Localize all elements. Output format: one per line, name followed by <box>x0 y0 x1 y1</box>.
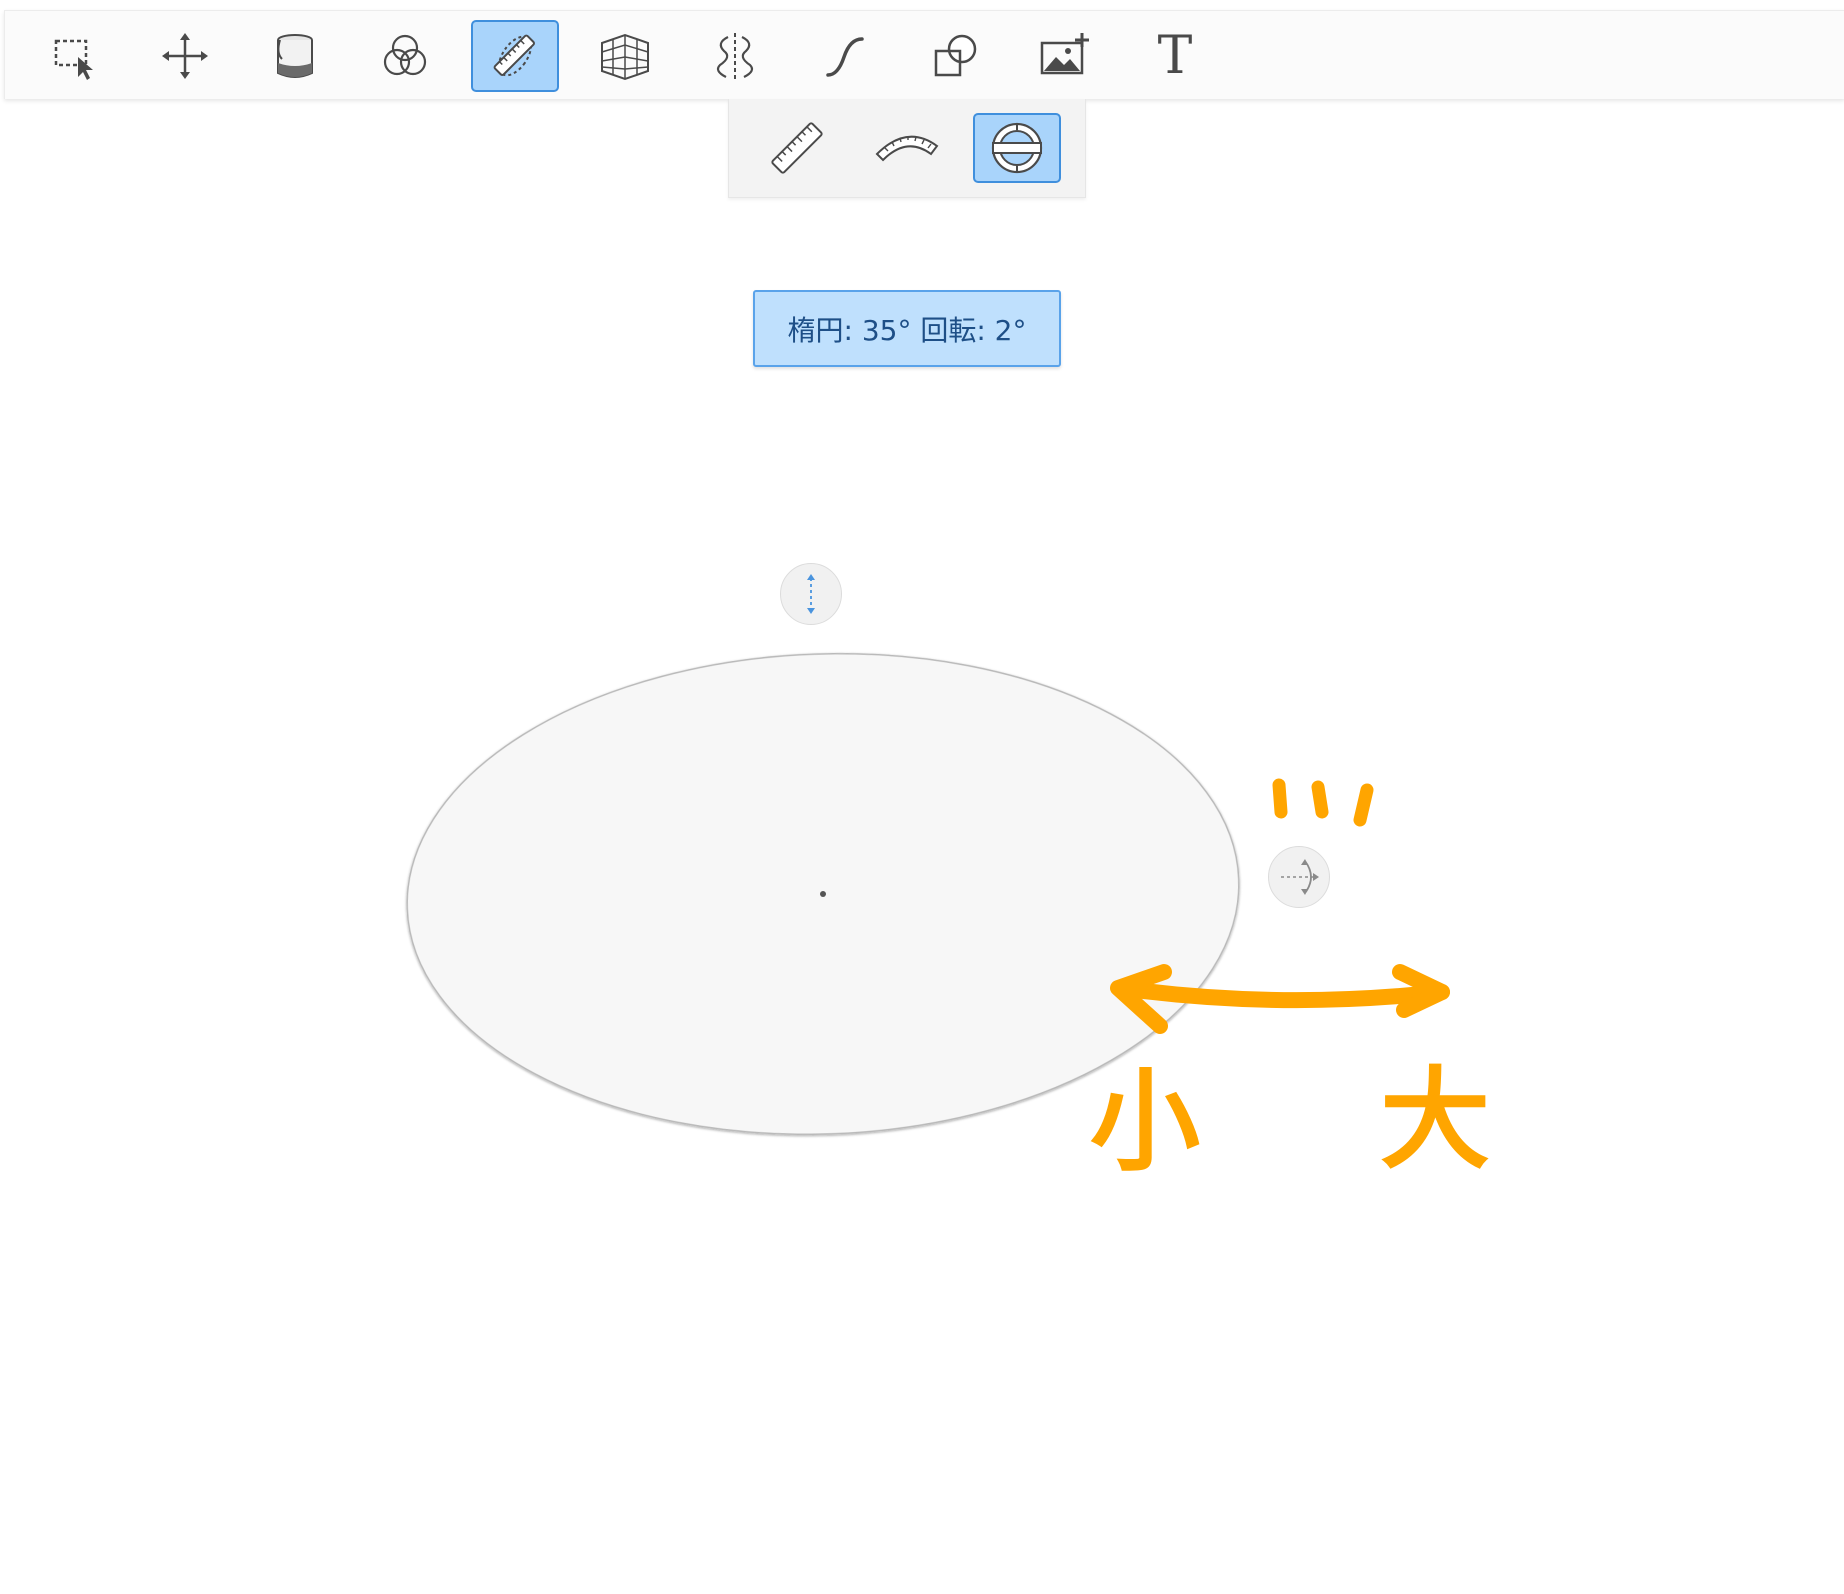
vertical-resize-icon <box>807 574 815 614</box>
ellipse-rotation-handle[interactable] <box>1268 846 1330 908</box>
ellipse-degree-handle[interactable] <box>780 563 842 625</box>
ellipse-center-point <box>820 891 826 897</box>
rotate-handle-icon <box>1281 859 1319 895</box>
drawing-canvas[interactable] <box>0 0 1844 1594</box>
